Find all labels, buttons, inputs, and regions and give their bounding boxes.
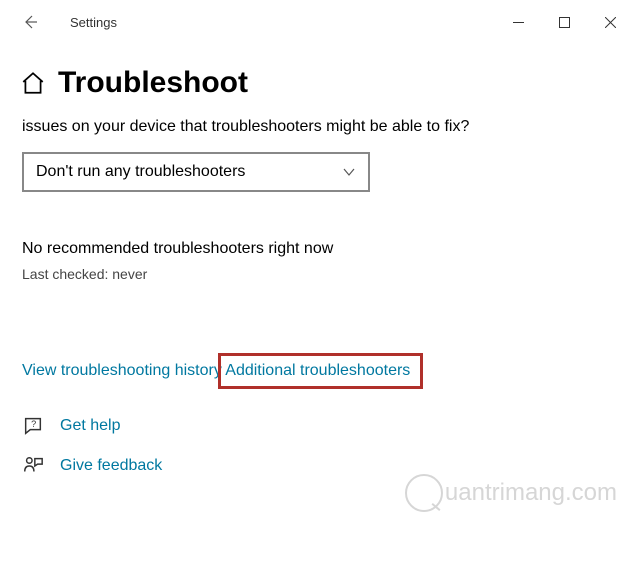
feedback-icon [22,455,44,477]
home-icon [20,70,46,96]
close-icon [605,17,616,28]
troubleshooter-dropdown[interactable]: Don't run any troubleshooters [22,152,370,192]
app-title: Settings [70,15,117,30]
svg-text:?: ? [31,419,36,429]
maximize-button[interactable] [541,0,587,44]
get-help-link: Get help [60,417,120,435]
give-feedback-row[interactable]: Give feedback [22,455,611,477]
window-controls [495,0,633,44]
maximize-icon [559,17,570,28]
titlebar: Settings [0,0,633,44]
give-feedback-link: Give feedback [60,457,162,475]
back-arrow-icon [22,14,38,30]
watermark: uantrimang.com [405,474,617,512]
view-history-link[interactable]: View troubleshooting history [22,362,222,380]
dropdown-value: Don't run any troubleshooters [36,163,245,181]
close-button[interactable] [587,0,633,44]
intro-text: issues on your device that troubleshoote… [22,116,611,138]
page-title: Troubleshoot [58,66,248,100]
additional-troubleshooters-link[interactable]: Additional troubleshooters [225,362,410,380]
status-text: No recommended troubleshooters right now [22,240,611,258]
page-header: Troubleshoot [0,44,633,108]
last-checked: Last checked: never [22,266,611,282]
get-help-row[interactable]: ? Get help [22,415,611,437]
minimize-icon [513,17,524,28]
back-button[interactable] [18,10,42,34]
watermark-text: uantrimang.com [445,479,617,507]
chat-help-icon: ? [22,415,44,437]
additional-highlight: Additional troubleshooters [218,353,423,389]
watermark-logo-icon [405,474,443,512]
minimize-button[interactable] [495,0,541,44]
chevron-down-icon [342,165,356,179]
content: issues on your device that troubleshoote… [0,116,633,477]
